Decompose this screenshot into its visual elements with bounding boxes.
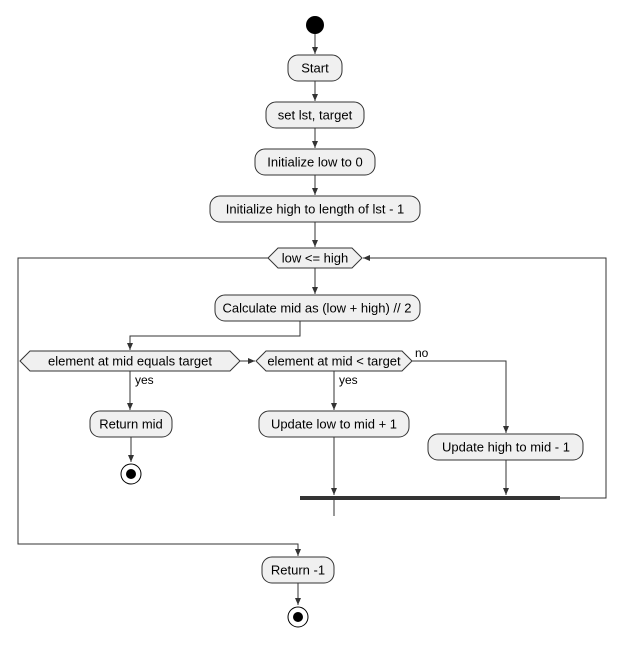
end-node-2-inner — [293, 612, 303, 622]
flowchart-diagram: Start set lst, target Initialize low to … — [0, 0, 625, 658]
initial-node — [306, 16, 324, 34]
start-label: Start — [301, 61, 329, 76]
yes-label-1: yes — [135, 373, 154, 387]
edge — [412, 361, 506, 433]
no-label: no — [415, 346, 429, 360]
end-node-1-inner — [126, 469, 136, 479]
update-high-label: Update high to mid - 1 — [442, 440, 570, 455]
eq-condition-label: element at mid equals target — [48, 354, 212, 369]
return-mid-label: Return mid — [99, 417, 163, 432]
edge — [130, 321, 300, 350]
init-high-label: Initialize high to length of lst - 1 — [226, 202, 405, 217]
loop-condition-label: low <= high — [282, 251, 349, 266]
merge-bar — [300, 496, 560, 500]
set-label: set lst, target — [278, 108, 353, 123]
init-low-label: Initialize low to 0 — [267, 155, 362, 170]
update-low-label: Update low to mid + 1 — [271, 417, 397, 432]
loop-back-edge — [363, 258, 606, 498]
yes-label-2: yes — [339, 373, 358, 387]
lt-condition-label: element at mid < target — [267, 354, 401, 369]
return-neg1-label: Return -1 — [271, 563, 325, 578]
calc-mid-label: Calculate mid as (low + high) // 2 — [223, 301, 412, 316]
